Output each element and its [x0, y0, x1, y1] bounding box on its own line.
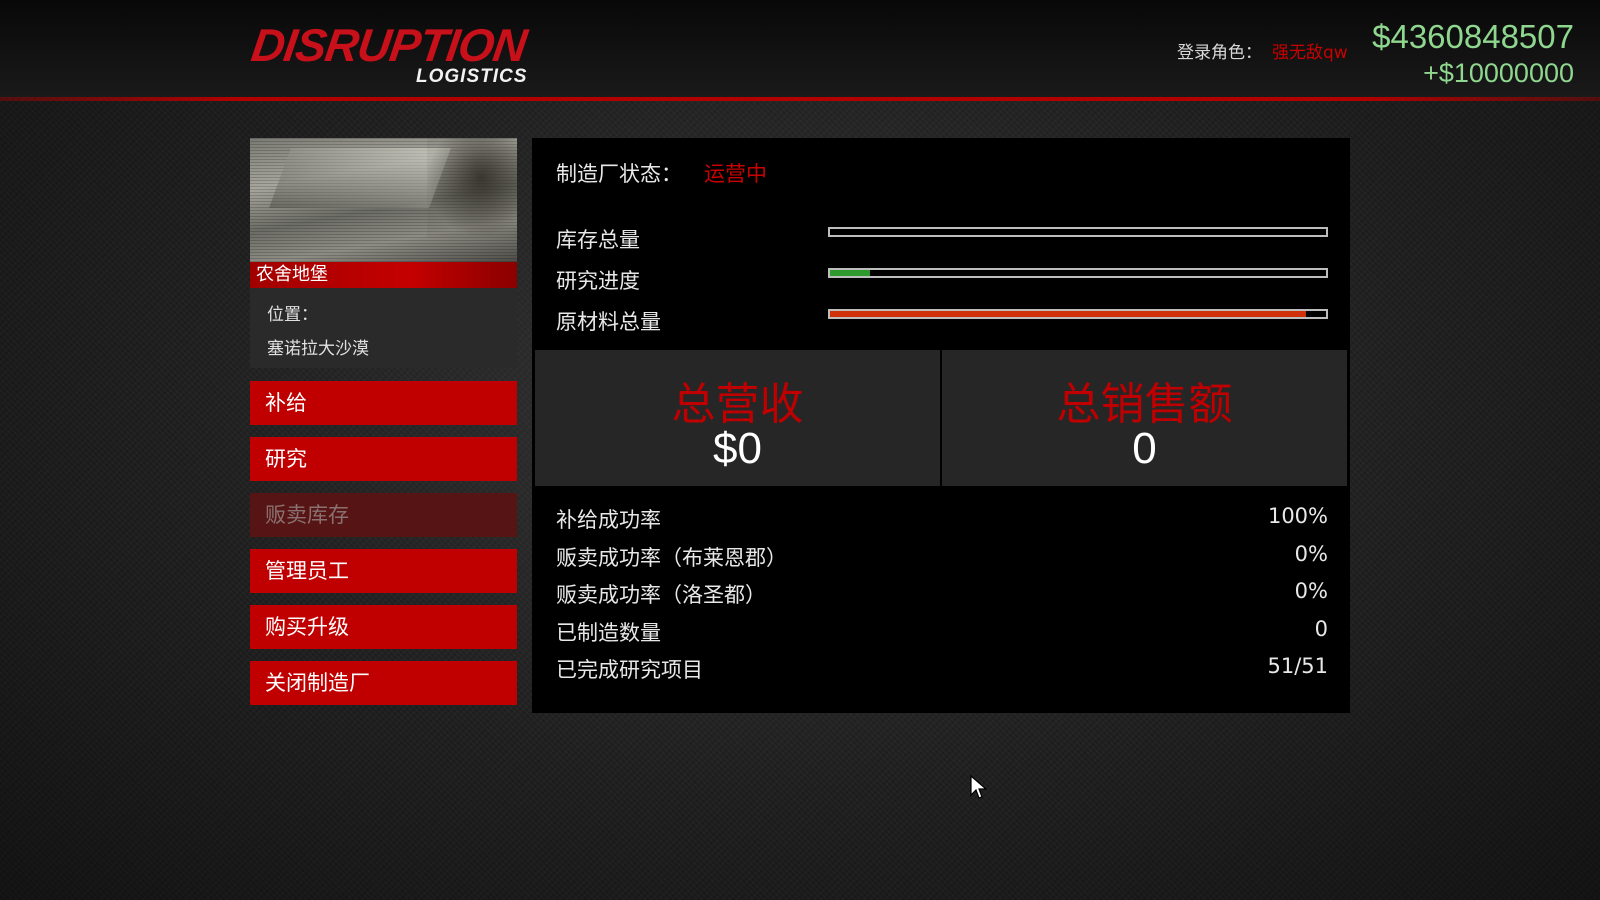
- stats-list: 补给成功率 100% 贩卖成功率（布莱恩郡） 0% 贩卖成功率（洛圣都） 0% …: [556, 504, 1328, 692]
- list-item: 已完成研究项目 51/51: [556, 654, 1328, 692]
- property-name: 农舍地堡: [250, 262, 517, 288]
- research-bar-fill: [830, 270, 870, 276]
- research-completed-label: 已完成研究项目: [556, 658, 703, 682]
- action-menu: 补给 研究 贩卖库存 管理员工 购买升级 关闭制造厂: [250, 381, 517, 705]
- list-item: 补给成功率 100%: [556, 504, 1328, 542]
- location-value: 塞诺拉大沙漠: [267, 339, 369, 359]
- stock-bar: [828, 227, 1328, 237]
- research-button[interactable]: 研究: [250, 437, 517, 481]
- manufactured-count-value: 0: [1314, 616, 1328, 641]
- login-character-name: 强无敌qw: [1272, 43, 1348, 63]
- resupply-button[interactable]: 补给: [250, 381, 517, 425]
- sell-success-blaine-label: 贩卖成功率（布莱恩郡）: [556, 545, 787, 570]
- research-label: 研究进度: [556, 269, 640, 293]
- sell-success-blaine-value: 0%: [1294, 541, 1328, 566]
- list-item: 已制造数量 0: [556, 617, 1328, 655]
- manage-staff-button[interactable]: 管理员工: [250, 549, 517, 593]
- logo-sub-text: LOGISTICS: [416, 66, 528, 87]
- money-change: +$10000000: [1423, 58, 1574, 88]
- disruption-logistics-logo: DISRUPTION LOGISTICS: [248, 14, 542, 90]
- property-sidebar: 农舍地堡 位置： 塞诺拉大沙漠 补给 研究 贩卖库存 管理员工 购买升级 关闭制…: [250, 138, 517, 717]
- property-photo: [250, 138, 517, 262]
- total-revenue-value: $0: [713, 424, 762, 473]
- login-label: 登录角色：: [1177, 43, 1262, 63]
- shutdown-facility-button[interactable]: 关闭制造厂: [250, 661, 517, 705]
- manufactured-count-label: 已制造数量: [556, 620, 661, 645]
- total-sales-value: 0: [1132, 424, 1157, 473]
- resupply-success-label: 补给成功率: [556, 508, 661, 532]
- property-info: 位置： 塞诺拉大沙漠: [250, 288, 517, 368]
- sell-stock-button[interactable]: 贩卖库存: [250, 493, 517, 537]
- header-divider: [0, 97, 1600, 101]
- total-revenue-card: 总营收 $0: [535, 350, 940, 486]
- research-completed-value: 51/51: [1267, 654, 1328, 678]
- buy-upgrades-button[interactable]: 购买升级: [250, 605, 517, 649]
- totals-section: 总营收 $0 总销售额 0: [535, 350, 1347, 486]
- supplies-bar-fill: [830, 311, 1307, 317]
- resupply-success-value: 100%: [1267, 504, 1328, 528]
- research-bar: [828, 268, 1328, 278]
- facility-status-label: 制造厂状态：: [556, 162, 682, 186]
- mouse-cursor-icon: [970, 775, 988, 799]
- sell-success-ls-label: 贩卖成功率（洛圣都）: [556, 583, 766, 607]
- facility-status-panel: 制造厂状态： 运营中 库存总量 研究进度 原材料总量 总营收 $0 总销售额 0…: [532, 138, 1350, 713]
- list-item: 贩卖成功率（洛圣都） 0%: [556, 579, 1328, 617]
- stock-label: 库存总量: [556, 228, 640, 252]
- sell-success-ls-value: 0%: [1294, 579, 1328, 603]
- supplies-bar: [828, 309, 1328, 319]
- location-label: 位置：: [267, 305, 318, 325]
- list-item: 贩卖成功率（布莱恩郡） 0%: [556, 542, 1328, 580]
- supplies-label: 原材料总量: [556, 310, 661, 334]
- total-revenue-label: 总营收: [671, 379, 804, 430]
- facility-status-value: 运营中: [704, 162, 767, 186]
- money-balance: $4360848507: [1372, 18, 1574, 55]
- logo-main-text: DISRUPTION: [248, 19, 530, 71]
- header-bar: [0, 0, 1600, 98]
- total-sales-label: 总销售额: [1056, 379, 1233, 430]
- total-sales-card: 总销售额 0: [942, 350, 1347, 486]
